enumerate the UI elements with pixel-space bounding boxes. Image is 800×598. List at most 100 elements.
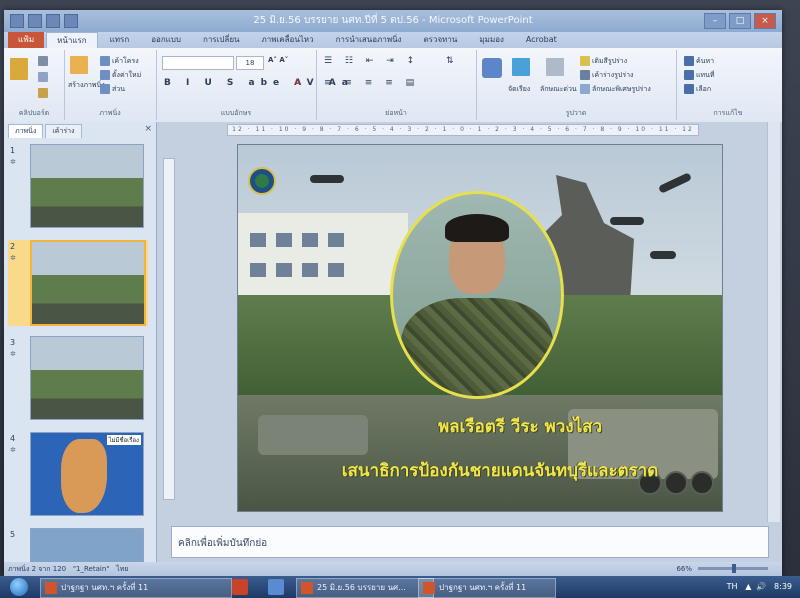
animation-star-icon: ✲: [10, 254, 16, 262]
tab-outline-pane[interactable]: เค้าร่าง: [45, 124, 82, 138]
font-group: 18 A˄ A˅ B I U S abe AV Aa A แบบอักษร: [156, 50, 348, 120]
clock[interactable]: 8:39: [774, 582, 792, 591]
slides-pane: ภาพนิ่ง เค้าร่าง × 1 ✲ 2 ✲ 3 ✲ 4 ✲ ไม่มี…: [4, 122, 157, 562]
zoom-slider-handle[interactable]: [732, 564, 736, 573]
layout-button[interactable]: เค้าโครง: [100, 56, 139, 67]
clipboard-group: คลิปบอร์ด: [4, 50, 65, 120]
find-icon: [684, 56, 694, 66]
text-direction-icon[interactable]: ⇅: [446, 56, 454, 66]
arrange-button[interactable]: [512, 58, 532, 76]
tab-home[interactable]: หน้าแรก: [46, 31, 98, 49]
start-button[interactable]: [10, 578, 28, 596]
editing-group: ค้นหา แทนที่ เลือก การแก้ไข: [676, 50, 780, 120]
tab-design[interactable]: ออกแบบ: [141, 32, 191, 48]
tab-transitions[interactable]: การเปลี่ยน: [193, 32, 250, 48]
shape-effects-button[interactable]: ลักษณะพิเศษรูปร่าง: [580, 84, 651, 95]
paragraph-group: ☰ ☷ ⇤ ⇥ ↕ ≡ ≡ ≡ ≡ ▤ ⇅ ย่อหน้า: [316, 50, 477, 120]
slide-title-position[interactable]: เสนาธิการป้องกันชายแดนจันทบุรีและตราด: [238, 457, 722, 484]
maximize-button[interactable]: □: [729, 13, 751, 29]
helicopter-image: [610, 217, 644, 225]
format-painter-icon[interactable]: [38, 88, 50, 98]
powerpoint-icon: [45, 582, 57, 594]
ribbon: คลิปบอร์ด สร้างภาพนิ่ง เค้าโครง ตั้งค่าใ…: [4, 48, 782, 123]
tab-slideshow[interactable]: การนำเสนอภาพนิ่ง: [326, 32, 412, 48]
cut-icon[interactable]: [38, 56, 50, 66]
redo-icon[interactable]: [64, 14, 78, 28]
paste-button[interactable]: [10, 58, 30, 80]
thumbnail-image: [30, 240, 146, 326]
slide-number: 3: [10, 338, 16, 347]
list-buttons[interactable]: ☰ ☷ ⇤ ⇥ ↕: [324, 56, 419, 66]
animation-star-icon: ✲: [10, 158, 16, 166]
zoom-level[interactable]: 66%: [676, 562, 692, 576]
arrange-label: จัดเรียง: [508, 85, 531, 93]
window-title: 25 มิ.ย.56 บรรยาย นศท.ปีที่ 5 ตป.56 - Mi…: [253, 15, 533, 26]
notes-placeholder: คลิกเพื่อเพิ่มบันทึกย่อ: [178, 538, 268, 549]
app-icon[interactable]: [10, 14, 24, 28]
font-color-button[interactable]: A: [294, 78, 300, 88]
tab-insert[interactable]: แทรก: [100, 32, 140, 48]
shape-outline-button[interactable]: เค้าร่างรูปร่าง: [580, 70, 633, 81]
thumbnail-label: ไม่มีชื่อเรื่อง: [106, 435, 141, 445]
shape-effects-icon: [580, 84, 590, 94]
paragraph-group-label: ย่อหน้า: [385, 109, 407, 117]
pane-close-icon[interactable]: ×: [144, 124, 152, 134]
select-icon: [684, 84, 694, 94]
input-language[interactable]: TH: [727, 582, 738, 591]
minimize-button[interactable]: –: [704, 13, 726, 29]
replace-button[interactable]: แทนที่: [684, 70, 715, 81]
editing-group-label: การแก้ไข: [713, 109, 743, 117]
slide-thumbnail-3[interactable]: 3 ✲: [8, 336, 148, 422]
shapes-gallery[interactable]: [482, 58, 504, 78]
replace-icon: [684, 70, 694, 80]
tab-animations[interactable]: ภาพเคลื่อนไหว: [251, 32, 323, 48]
save-icon[interactable]: [28, 14, 42, 28]
align-buttons[interactable]: ≡ ≡ ≡ ≡ ▤: [324, 78, 419, 88]
section-button[interactable]: ส่วน: [100, 84, 125, 95]
select-button[interactable]: เลือก: [684, 84, 711, 95]
close-button[interactable]: ×: [754, 13, 776, 29]
tab-file[interactable]: แฟ้ม: [8, 32, 45, 48]
grow-font-button[interactable]: A˄ A˅: [268, 56, 288, 64]
arrange-icon: [512, 58, 530, 76]
slide-title-name[interactable]: พลเรือตรี วีระ พวงไสว: [238, 413, 722, 440]
slide-canvas[interactable]: พลเรือตรี วีระ พวงไสว เสนาธิการป้องกันชา…: [237, 144, 723, 512]
undo-icon[interactable]: [46, 14, 60, 28]
font-size-select[interactable]: 18: [236, 56, 264, 70]
slide-thumbnail-4[interactable]: 4 ✲ ไม่มีชื่อเรื่อง: [8, 432, 148, 518]
reset-button[interactable]: ตั้งค่าใหม่: [100, 70, 141, 81]
slide-number: 1: [10, 146, 16, 155]
theme-name: "1_Retain": [72, 565, 110, 573]
find-button[interactable]: ค้นหา: [684, 56, 714, 67]
tab-slides-pane[interactable]: ภาพนิ่ง: [8, 124, 44, 138]
quick-styles-button[interactable]: [546, 58, 566, 76]
tab-acrobat[interactable]: Acrobat: [516, 32, 567, 48]
animation-star-icon: ✲: [10, 446, 16, 454]
vertical-scrollbar[interactable]: [767, 122, 780, 522]
emblem-logo: [248, 167, 276, 195]
drawing-group-label: รูปวาด: [565, 109, 587, 117]
taskbar-item-presentation[interactable]: 25 มิ.ย.56 บรรยาย นศ...: [296, 578, 434, 598]
tab-review[interactable]: ตรวจทาน: [413, 32, 467, 48]
system-tray: TH ▲ 🔊 8:39: [726, 582, 792, 591]
language-indicator[interactable]: ไทย: [116, 565, 128, 573]
taskbar-item-left[interactable]: ปาฐกฐา นศท.ฯ ครั้งที่ 11: [40, 578, 232, 598]
portrait-photo[interactable]: [390, 191, 564, 399]
pane-tabs: ภาพนิ่ง เค้าร่าง: [4, 122, 156, 138]
new-slide-button[interactable]: [70, 56, 90, 74]
slide-thumbnail-2[interactable]: 2 ✲: [8, 240, 148, 326]
font-name-select[interactable]: [162, 56, 234, 70]
paste-icon: [10, 58, 28, 80]
slide-thumbnail-1[interactable]: 1 ✲: [8, 144, 148, 230]
explorer-icon[interactable]: [268, 579, 284, 595]
shape-fill-button[interactable]: เติมสีรูปร่าง: [580, 56, 627, 67]
powerpoint-window: 25 มิ.ย.56 บรรยาย นศท.ปีที่ 5 ตป.56 - Mi…: [4, 10, 782, 576]
notes-pane[interactable]: คลิกเพื่อเพิ่มบันทึกย่อ: [171, 526, 769, 558]
slide-thumbnail-5[interactable]: 5: [8, 528, 148, 562]
tab-view[interactable]: มุมมอง: [469, 32, 514, 48]
horizontal-ruler: 12 · 11 · 10 · 9 · 8 · 7 · 6 · 5 · 4 · 3…: [227, 124, 699, 136]
title-bar: 25 มิ.ย.56 บรรยาย นศท.ปีที่ 5 ตป.56 - Mi…: [4, 10, 782, 32]
media-player-icon[interactable]: [232, 579, 248, 595]
copy-icon[interactable]: [38, 72, 50, 82]
taskbar-item-lecture[interactable]: ปาฐกฐา นศท.ฯ ครั้งที่ 11: [418, 578, 556, 598]
